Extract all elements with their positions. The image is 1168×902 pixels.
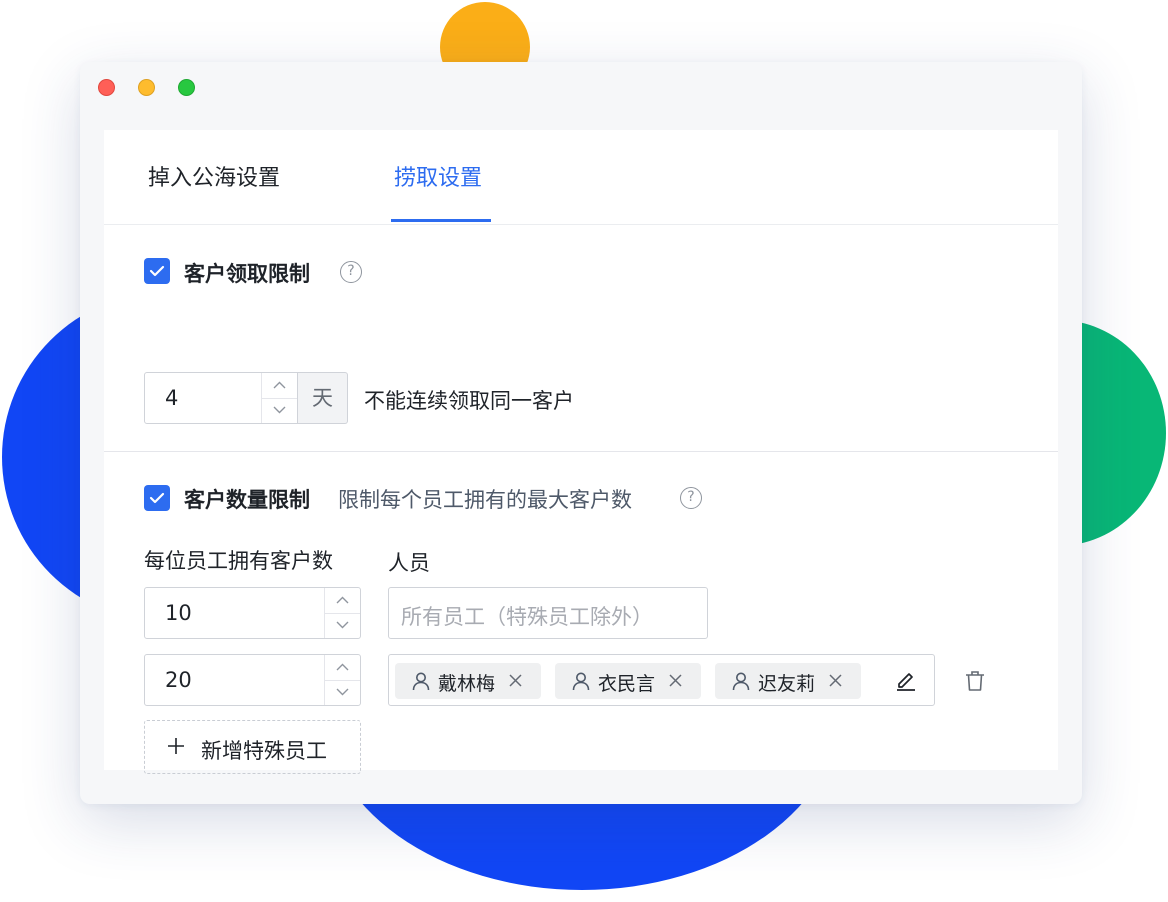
window-close-button[interactable] bbox=[98, 79, 115, 96]
user-icon bbox=[412, 672, 430, 691]
increment-button[interactable] bbox=[262, 373, 297, 399]
app-window: 掉入公海设置 捞取设置 客户领取限制 ? 4 天 不能连续领取同一客户 客户数量… bbox=[80, 62, 1082, 804]
person-tag: 衣民言 bbox=[555, 663, 701, 699]
count-stepper-row-1[interactable]: 10 bbox=[144, 587, 361, 639]
quantity-limit-checkbox[interactable] bbox=[144, 485, 170, 511]
user-icon bbox=[572, 672, 590, 691]
count-value: 20 bbox=[165, 668, 192, 692]
trash-icon[interactable] bbox=[964, 670, 986, 692]
tab-pool-drop-settings[interactable]: 掉入公海设置 bbox=[148, 160, 280, 192]
person-tag: 迟友莉 bbox=[715, 663, 861, 699]
chevron-up-icon bbox=[336, 663, 349, 671]
stepper-buttons bbox=[261, 373, 297, 423]
close-icon[interactable] bbox=[828, 673, 843, 688]
person-tag-label: 衣民言 bbox=[598, 673, 656, 695]
increment-button[interactable] bbox=[325, 655, 360, 681]
question-circle-icon[interactable]: ? bbox=[680, 487, 702, 509]
question-circle-icon[interactable]: ? bbox=[340, 261, 362, 283]
checkmark-icon bbox=[149, 492, 165, 504]
count-stepper-row-2[interactable]: 20 bbox=[144, 654, 361, 706]
chevron-down-icon bbox=[273, 406, 286, 414]
close-icon[interactable] bbox=[668, 673, 683, 688]
people-select-row-1[interactable]: 所有员工（特殊员工除外） bbox=[388, 587, 708, 639]
add-special-employee-button[interactable]: 新增特殊员工 bbox=[144, 720, 361, 774]
column-header-count: 每位员工拥有客户数 bbox=[144, 549, 333, 573]
tab-claim-settings[interactable]: 捞取设置 bbox=[394, 160, 482, 192]
user-icon bbox=[732, 672, 750, 691]
plus-icon bbox=[168, 738, 184, 754]
stage: 掉入公海设置 捞取设置 客户领取限制 ? 4 天 不能连续领取同一客户 客户数量… bbox=[0, 0, 1168, 902]
edit-pen-icon[interactable] bbox=[895, 669, 917, 691]
column-header-people: 人员 bbox=[388, 551, 430, 575]
people-tag-input-row-2[interactable]: 戴林梅 衣民言 迟友莉 bbox=[388, 654, 935, 706]
person-tag-label: 迟友莉 bbox=[758, 673, 816, 695]
window-maximize-button[interactable] bbox=[178, 79, 195, 96]
decrement-button[interactable] bbox=[325, 680, 360, 705]
increment-button[interactable] bbox=[325, 588, 360, 614]
chevron-down-icon bbox=[336, 688, 349, 696]
chevron-down-icon bbox=[336, 621, 349, 629]
claim-days-stepper[interactable]: 4 bbox=[144, 372, 298, 424]
decrement-button[interactable] bbox=[262, 398, 297, 423]
active-tab-indicator bbox=[391, 219, 491, 222]
stepper-buttons bbox=[324, 655, 360, 705]
quantity-limit-description: 限制每个员工拥有的最大客户数 bbox=[338, 488, 632, 512]
add-special-employee-label: 新增特殊员工 bbox=[201, 739, 327, 763]
days-unit-addon: 天 bbox=[298, 372, 348, 424]
checkmark-icon bbox=[149, 265, 165, 277]
tab-bar: 掉入公海设置 捞取设置 bbox=[104, 130, 1058, 225]
chevron-up-icon bbox=[273, 381, 286, 389]
person-tag-label: 戴林梅 bbox=[438, 673, 496, 695]
close-icon[interactable] bbox=[508, 673, 523, 688]
people-select-placeholder: 所有员工（特殊员工除外） bbox=[401, 605, 653, 629]
person-tag: 戴林梅 bbox=[395, 663, 541, 699]
stepper-buttons bbox=[324, 588, 360, 638]
window-minimize-button[interactable] bbox=[138, 79, 155, 96]
claim-limit-label: 客户领取限制 bbox=[184, 262, 310, 286]
claim-days-value: 4 bbox=[165, 386, 179, 410]
chevron-up-icon bbox=[336, 596, 349, 604]
claim-limit-checkbox[interactable] bbox=[144, 258, 170, 284]
quantity-limit-label: 客户数量限制 bbox=[184, 488, 310, 512]
claim-limit-description: 不能连续领取同一客户 bbox=[364, 389, 574, 413]
decrement-button[interactable] bbox=[325, 613, 360, 638]
count-value: 10 bbox=[165, 601, 192, 625]
section-divider bbox=[104, 451, 1058, 452]
settings-panel: 掉入公海设置 捞取设置 客户领取限制 ? 4 天 不能连续领取同一客户 客户数量… bbox=[104, 130, 1058, 774]
